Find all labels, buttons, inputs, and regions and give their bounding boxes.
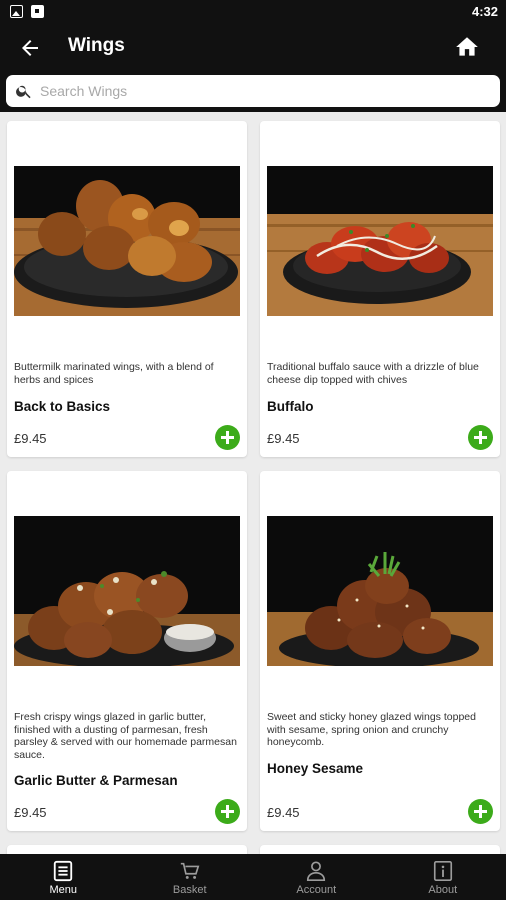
product-card[interactable]: Fresh crispy wings glazed in garlic butt… (7, 471, 247, 831)
product-description: Fresh crispy wings glazed in garlic butt… (14, 711, 237, 761)
product-price: £9.45 (14, 805, 47, 820)
nav-label: Account (296, 884, 337, 896)
page-title: Wings (68, 35, 125, 56)
bottom-nav: Menu Basket Account About (0, 854, 506, 900)
product-name: Garlic Butter & Parmesan (14, 773, 178, 788)
home-icon[interactable] (454, 34, 480, 60)
add-to-basket-button[interactable] (215, 425, 240, 450)
nav-menu[interactable]: Menu (0, 854, 127, 900)
menu-icon (54, 860, 73, 882)
product-description: Traditional buffalo sauce with a drizzle… (267, 361, 479, 386)
product-card[interactable]: Buttermilk marinated wings, with a blend… (7, 121, 247, 457)
add-to-basket-button[interactable] (468, 799, 493, 824)
nav-label: About (428, 884, 458, 896)
product-name: Honey Sesame (267, 761, 364, 776)
status-bar: 4:32 (0, 0, 506, 24)
product-card[interactable] (7, 845, 247, 854)
app-icon (31, 5, 44, 18)
arrow-left-icon[interactable] (18, 36, 42, 60)
product-image-honey-sesame (267, 516, 493, 666)
product-description: Buttermilk marinated wings, with a blend… (14, 361, 214, 386)
nav-label: Menu (49, 884, 78, 896)
product-image-buffalo (267, 166, 493, 316)
product-description: Sweet and sticky honey glazed wings topp… (267, 711, 476, 748)
product-card[interactable]: Sweet and sticky honey glazed wings topp… (260, 471, 500, 831)
search-box[interactable] (6, 75, 500, 107)
about-icon (433, 861, 452, 881)
image-icon (10, 5, 23, 18)
add-to-basket-button[interactable] (215, 799, 240, 824)
basket-icon (180, 862, 200, 879)
product-card[interactable] (260, 845, 500, 854)
search-bar (0, 72, 506, 112)
add-to-basket-button[interactable] (468, 425, 493, 450)
product-price: £9.45 (267, 805, 300, 820)
search-input[interactable] (40, 75, 480, 107)
nav-account[interactable]: Account (253, 854, 380, 900)
search-icon (16, 85, 31, 99)
product-name: Back to Basics (14, 399, 111, 414)
app-bar: Wings (0, 24, 506, 72)
product-image-garlic-butter-parmesan (14, 516, 240, 666)
product-price: £9.45 (14, 431, 47, 446)
account-icon (307, 861, 326, 881)
nav-label: Basket (172, 884, 207, 896)
product-card[interactable]: Traditional buffalo sauce with a drizzle… (260, 121, 500, 457)
product-name: Buffalo (267, 399, 314, 414)
nav-basket[interactable]: Basket (127, 854, 254, 900)
product-image-back-to-basics (14, 166, 240, 316)
product-price: £9.45 (267, 431, 300, 446)
status-time: 4:32 (471, 4, 498, 19)
nav-about[interactable]: About (380, 854, 506, 900)
product-grid: Buttermilk marinated wings, with a blend… (0, 112, 506, 854)
